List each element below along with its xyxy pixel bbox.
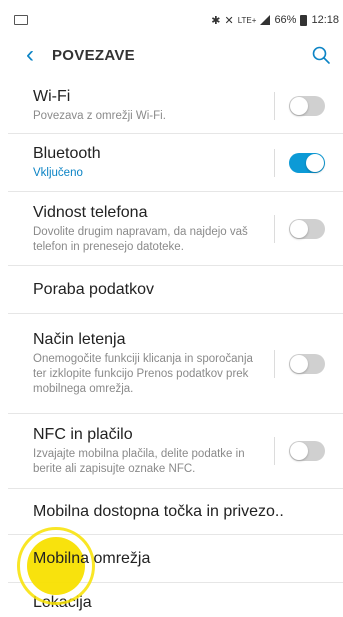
back-arrow-icon[interactable]: ‹ — [26, 43, 34, 67]
mute-icon: ✕ — [224, 14, 234, 27]
setting-subtitle: Povezava z omrežji Wi-Fi. — [33, 110, 166, 122]
battery-icon — [300, 14, 308, 26]
clock: 12:18 — [311, 14, 339, 26]
setting-location[interactable]: Lokacija — [8, 583, 343, 617]
divider — [274, 437, 275, 465]
setting-title: Poraba podatkov — [33, 280, 154, 298]
search-icon[interactable] — [311, 45, 331, 65]
setting-subtitle: Onemogočite funkciji klicanja in sporoča… — [33, 353, 253, 395]
setting-subtitle: Vključeno — [33, 167, 83, 179]
setting-title: Wi-Fi — [33, 88, 71, 105]
status-bar: ✱ ✕ LTE+ 66% 12:18 — [8, 8, 343, 32]
bluetooth-icon: ✱ — [211, 14, 221, 27]
setting-subtitle: Izvajajte mobilna plačila, delite podatk… — [33, 448, 245, 475]
setting-wifi[interactable]: Wi-Fi Povezava z omrežji Wi-Fi. — [8, 78, 343, 134]
phone-screen: ✱ ✕ LTE+ 66% 12:18 ‹ POVEZAVE Wi-Fi Pove… — [8, 8, 343, 617]
divider — [274, 214, 275, 243]
setting-title: Lokacija — [33, 593, 92, 611]
toggle-knob — [306, 153, 324, 172]
nfc-toggle[interactable] — [289, 441, 325, 461]
toggle-knob — [290, 96, 308, 115]
signal-icon — [260, 15, 271, 25]
network-type: LTE+ — [237, 15, 257, 25]
app-bar: ‹ POVEZAVE — [8, 32, 343, 78]
toggle-knob — [290, 219, 308, 238]
setting-hotspot-tethering[interactable]: Mobilna dostopna točka in privezo.. — [8, 489, 343, 535]
visibility-toggle[interactable] — [289, 218, 325, 239]
setting-subtitle: Dovolite drugim napravam, da najdejo vaš… — [33, 225, 248, 253]
setting-title: Način letenja — [33, 331, 126, 348]
airplane-toggle[interactable] — [289, 353, 325, 374]
setting-bluetooth[interactable]: Bluetooth Vključeno — [8, 134, 343, 192]
setting-visibility[interactable]: Vidnost telefona Dovolite drugim naprava… — [8, 192, 343, 266]
divider — [274, 148, 275, 177]
setting-title: Bluetooth — [33, 145, 101, 162]
wifi-toggle[interactable] — [289, 95, 325, 116]
toggle-knob — [290, 354, 308, 373]
battery-percent: 66% — [274, 14, 297, 26]
setting-title: Mobilna omrežja — [33, 549, 151, 567]
toggle-knob — [290, 442, 308, 460]
page-title: POVEZAVE — [52, 46, 135, 64]
setting-mobile-networks[interactable]: Mobilna omrežja — [8, 535, 343, 583]
bluetooth-toggle[interactable] — [289, 152, 325, 173]
setting-title: NFC in plačilo — [33, 426, 133, 443]
divider — [274, 91, 275, 120]
setting-title: Mobilna dostopna točka in privezo.. — [33, 502, 284, 520]
setting-nfc[interactable]: NFC in plačilo Izvajajte mobilna plačila… — [8, 414, 343, 489]
settings-list: Wi-Fi Povezava z omrežji Wi-Fi. Bluetoot… — [8, 78, 343, 617]
setting-airplane-mode[interactable]: Način letenja Onemogočite funkciji klica… — [8, 314, 343, 414]
divider — [274, 349, 275, 378]
setting-title: Vidnost telefona — [33, 203, 148, 221]
status-icons: ✱ ✕ LTE+ 66% 12:18 — [211, 14, 339, 27]
setting-data-usage[interactable]: Poraba podatkov — [8, 266, 343, 314]
image-notification-icon — [14, 15, 28, 25]
